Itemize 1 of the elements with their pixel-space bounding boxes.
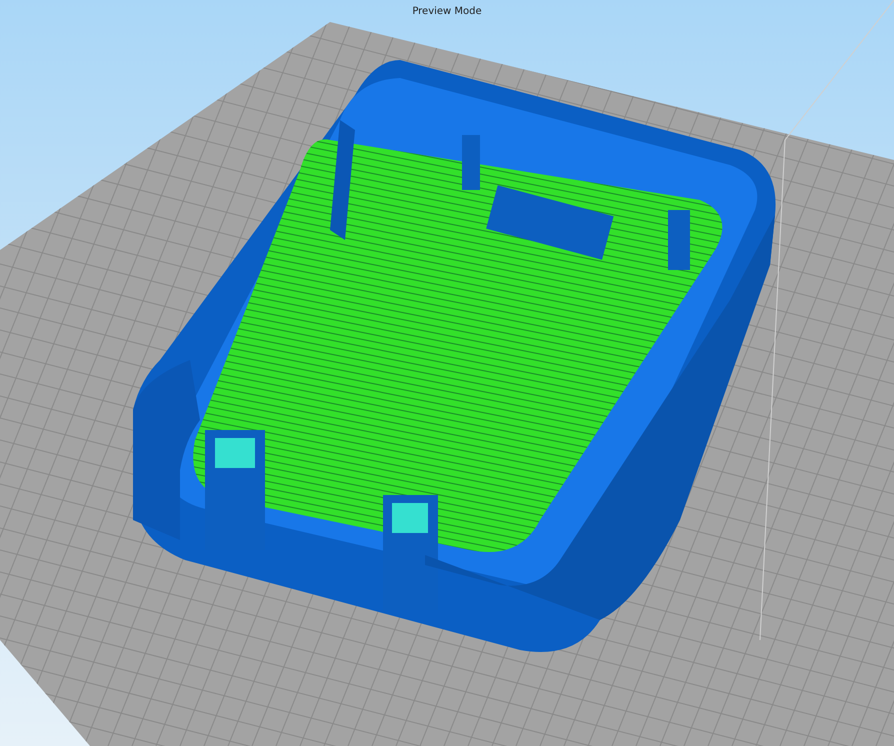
view-mode-title: Preview Mode bbox=[412, 6, 482, 17]
